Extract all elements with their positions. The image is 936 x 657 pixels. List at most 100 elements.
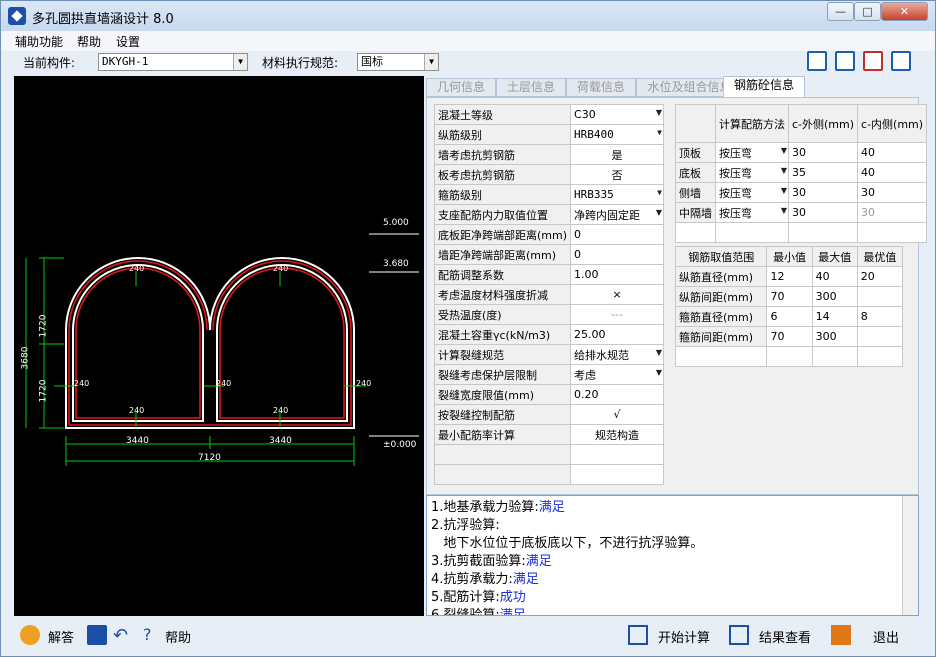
param-value[interactable]: 给排水规范 xyxy=(570,344,664,365)
cell-value[interactable]: 40 xyxy=(811,266,858,287)
cover-table: 计算配筋方法c-外侧(mm)c-内侧(mm)顶板按压弯3040底板按压弯3540… xyxy=(675,104,928,243)
param-label: 支座配筋内力取值位置 xyxy=(433,204,572,225)
menu-settings[interactable]: 设置 xyxy=(116,33,140,50)
cell-value[interactable]: 20 xyxy=(856,266,904,287)
menu-aux[interactable]: 辅助功能 xyxy=(15,33,63,50)
param-value[interactable]: 净跨内固定距 xyxy=(570,204,664,225)
copy-component-icon[interactable] xyxy=(835,51,855,71)
minimize-button[interactable]: — xyxy=(827,2,854,21)
param-value[interactable]: HRB335 xyxy=(570,184,664,205)
delete-component-icon[interactable] xyxy=(863,51,883,71)
spec-select[interactable]: 国标 ▼ xyxy=(357,53,439,71)
cell-value[interactable]: 30 xyxy=(787,142,859,163)
param-value[interactable]: 是 xyxy=(570,144,664,165)
cell-value[interactable]: 40 xyxy=(857,162,928,183)
tab-bar: 几何信息 土层信息 荷载信息 水位及组合信息 钢筋砼信息 xyxy=(426,76,926,98)
cell-value[interactable]: 按压弯 xyxy=(715,142,789,163)
view-results-icon[interactable] xyxy=(729,625,749,645)
cell-empty[interactable] xyxy=(787,222,859,243)
output-status: 成功 xyxy=(499,590,526,605)
cell-empty[interactable] xyxy=(715,222,789,243)
param-label: 考虑温度材料强度折减 xyxy=(433,284,572,305)
cell-empty[interactable] xyxy=(856,346,904,367)
maximize-button[interactable]: □ xyxy=(854,2,881,21)
param-row xyxy=(433,464,664,485)
cell-value[interactable]: 30 xyxy=(857,182,928,203)
cell-value[interactable]: 按压弯 xyxy=(715,162,789,183)
param-value[interactable]: 0 xyxy=(570,224,664,245)
start-calc-button[interactable]: 开始计算 xyxy=(658,627,710,646)
component-value: DKYGH-1 xyxy=(102,55,149,68)
param-value[interactable]: --- xyxy=(570,304,664,325)
tab-soil[interactable]: 土层信息 xyxy=(496,78,566,97)
param-value[interactable] xyxy=(570,464,664,485)
help-icon[interactable]: ? xyxy=(143,625,163,645)
cell-value[interactable]: 12 xyxy=(766,266,813,287)
save-icon[interactable] xyxy=(87,625,107,645)
cell-empty[interactable] xyxy=(675,222,716,243)
answer-icon[interactable] xyxy=(20,625,40,645)
cell-empty[interactable] xyxy=(766,346,813,367)
cell-value[interactable] xyxy=(856,286,904,307)
param-value[interactable]: 1.00 xyxy=(570,264,664,285)
help-button[interactable]: 帮助 xyxy=(165,627,191,646)
edit-component-icon[interactable] xyxy=(891,51,911,71)
exit-button[interactable]: 退出 xyxy=(873,627,899,646)
cell-value[interactable]: 300 xyxy=(811,286,858,307)
tab-geometry[interactable]: 几何信息 xyxy=(426,78,496,97)
param-value[interactable]: × xyxy=(570,284,664,305)
tab-load[interactable]: 荷载信息 xyxy=(566,78,636,97)
cell-value[interactable]: 按压弯 xyxy=(715,182,789,203)
param-value[interactable]: 规范构造 xyxy=(570,424,664,445)
close-button[interactable]: ✕ xyxy=(881,2,928,21)
param-value[interactable]: 0.20 xyxy=(570,384,664,405)
cell-value[interactable]: 30 xyxy=(787,202,859,223)
param-value[interactable]: C30 xyxy=(570,104,664,125)
column-header xyxy=(675,104,716,143)
cell-value[interactable]: 70 xyxy=(766,326,813,347)
tab-rc[interactable]: 钢筋砼信息 xyxy=(723,76,805,98)
cell-value[interactable]: 30 xyxy=(857,202,928,223)
param-value[interactable] xyxy=(570,444,664,465)
output-text: 1.地基承载力验算: xyxy=(431,500,539,515)
scrollbar[interactable] xyxy=(902,496,918,615)
param-value[interactable]: 否 xyxy=(570,164,664,185)
table-row: 纵筋直径(mm) 12 40 20 xyxy=(674,266,904,287)
param-label: 裂缝宽度限值(mm) xyxy=(433,384,572,405)
param-row: 考虑温度材料强度折减 × xyxy=(433,284,664,305)
cell-value[interactable]: 按压弯 xyxy=(715,202,789,223)
drawing-canvas[interactable]: 5.000 3.680 ±0.000 1720 1720 3680 3440 3… xyxy=(14,76,424,616)
param-value[interactable]: √ xyxy=(570,404,664,425)
cell-value[interactable]: 70 xyxy=(766,286,813,307)
exit-icon[interactable] xyxy=(831,625,851,645)
cell-value[interactable]: 40 xyxy=(857,142,928,163)
new-component-icon[interactable] xyxy=(807,51,827,71)
cell-empty[interactable] xyxy=(811,346,858,367)
view-results-button[interactable]: 结果查看 xyxy=(759,627,811,646)
cell-value[interactable] xyxy=(856,326,904,347)
thick-label: 240 xyxy=(216,379,232,388)
cell-value[interactable]: 300 xyxy=(811,326,858,347)
cell-value[interactable]: 8 xyxy=(856,306,904,327)
start-calc-icon[interactable] xyxy=(628,625,648,645)
cell-empty[interactable] xyxy=(674,346,768,367)
param-label: 墙距净跨端部距离(mm) xyxy=(433,244,572,265)
cell-empty[interactable] xyxy=(857,222,928,243)
component-select[interactable]: DKYGH-1 ▼ xyxy=(98,53,248,71)
cell-value[interactable]: 6 xyxy=(766,306,813,327)
param-value[interactable]: 0 xyxy=(570,244,664,265)
answer-button[interactable]: 解答 xyxy=(48,627,74,646)
cell-value[interactable]: 30 xyxy=(787,182,859,203)
menu-help[interactable]: 帮助 xyxy=(77,33,101,50)
cell-value[interactable]: 14 xyxy=(811,306,858,327)
param-value[interactable]: 25.00 xyxy=(570,324,664,345)
output-text: 4.抗剪承载力: xyxy=(431,572,513,587)
param-row: 墙距净跨端部距离(mm) 0 xyxy=(433,244,664,265)
cell-value[interactable]: 35 xyxy=(787,162,859,183)
param-label: 墙考虑抗剪钢筋 xyxy=(433,144,572,165)
column-header: c-外侧(mm) xyxy=(787,104,859,143)
param-value[interactable]: HRB400 xyxy=(570,124,664,145)
param-value[interactable]: 考虑 xyxy=(570,364,664,385)
toolbar: 当前构件: DKYGH-1 ▼ 材料执行规范: 国标 ▼ xyxy=(1,51,935,73)
undo-icon[interactable]: ↶ xyxy=(113,625,133,646)
